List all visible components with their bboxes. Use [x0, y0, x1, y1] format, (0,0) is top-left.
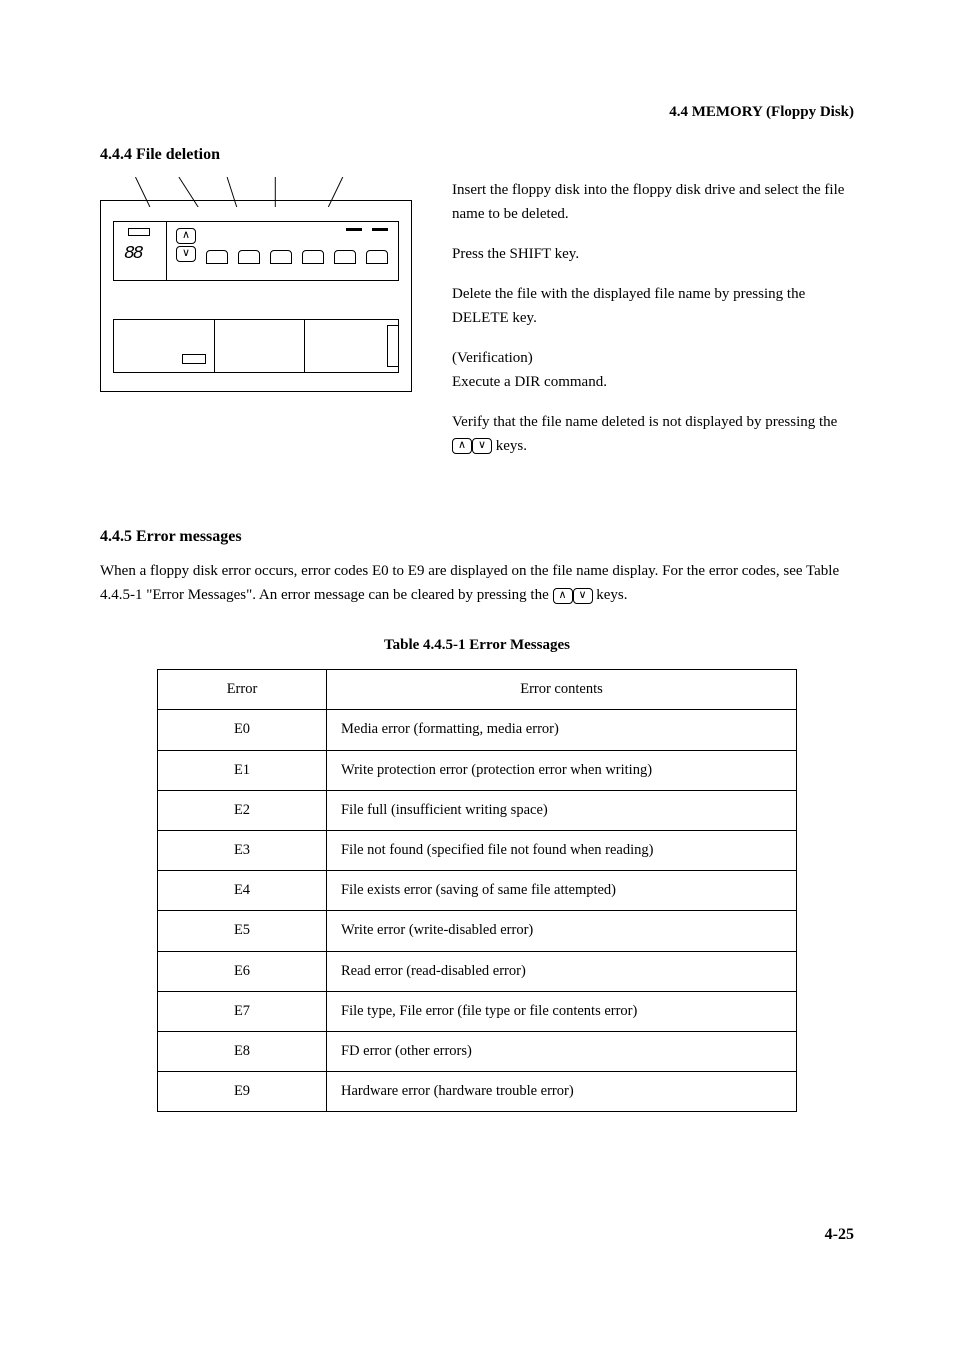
error-desc-cell: File type, File error (file type or file…: [327, 991, 797, 1031]
error-code-cell: E6: [158, 951, 327, 991]
divider-line: [214, 320, 215, 372]
instruction-paragraph: Press the SHIFT key.: [452, 242, 854, 266]
error-desc-cell: Read error (read-disabled error): [327, 951, 797, 991]
error-desc-cell: Write protection error (protection error…: [327, 750, 797, 790]
instrument-figure: 88 ∧ ∨: [100, 178, 412, 392]
upper-control-strip: 88 ∧ ∨: [113, 221, 399, 281]
instruction-paragraph: Execute a DIR command.: [452, 370, 854, 394]
panel-key-icon: [270, 250, 292, 264]
running-head: 4.4 MEMORY (Floppy Disk): [100, 100, 854, 124]
text-run: Verify that the file name deleted is not…: [452, 414, 837, 430]
table-caption: Table 4.4.5-1 Error Messages: [100, 633, 854, 657]
text-run: keys.: [496, 438, 527, 454]
error-desc-cell: Media error (formatting, media error): [327, 710, 797, 750]
section-444-instructions: Insert the floppy disk into the floppy d…: [452, 178, 854, 474]
indicator-dashes: [346, 228, 388, 236]
table-row: E4File exists error (saving of same file…: [158, 871, 797, 911]
page-number: 4-25: [100, 1222, 854, 1248]
error-desc-cell: File full (insufficient writing space): [327, 790, 797, 830]
down-arrow-key-icon: ∨: [472, 438, 492, 454]
table-row: E0Media error (formatting, media error): [158, 710, 797, 750]
instruction-paragraph: Insert the floppy disk into the floppy d…: [452, 178, 854, 226]
error-code-cell: E4: [158, 871, 327, 911]
panel-key-icon: [334, 250, 356, 264]
arrow-keys-group: ∧ ∨: [176, 228, 196, 262]
table-row: E7File type, File error (file type or fi…: [158, 991, 797, 1031]
table-row: E2File full (insufficient writing space): [158, 790, 797, 830]
section-445-heading: 4.4.5 Error messages: [100, 524, 854, 550]
error-code-cell: E8: [158, 1031, 327, 1071]
error-code-cell: E2: [158, 790, 327, 830]
inline-key-icons: ∧∨: [553, 587, 597, 603]
panel-key-icon: [238, 250, 260, 264]
seven-segment-display: 88: [124, 240, 142, 269]
down-arrow-key-icon: ∨: [176, 246, 196, 262]
table-row: E6Read error (read-disabled error): [158, 951, 797, 991]
error-code-cell: E9: [158, 1072, 327, 1112]
section-445-intro: When a floppy disk error occurs, error c…: [100, 559, 854, 607]
section-444-body: 88 ∧ ∨: [100, 178, 854, 474]
section-444-heading: 4.4.4 File deletion: [100, 142, 854, 168]
table-row: E8FD error (other errors): [158, 1031, 797, 1071]
divider-line: [304, 320, 305, 372]
table-row: E1Write protection error (protection err…: [158, 750, 797, 790]
table-header-contents: Error contents: [327, 670, 797, 710]
error-code-cell: E1: [158, 750, 327, 790]
inline-key-icons: ∧∨: [452, 438, 496, 454]
error-code-cell: E3: [158, 830, 327, 870]
error-desc-cell: Write error (write-disabled error): [327, 911, 797, 951]
panel-key-icon: [206, 250, 228, 264]
error-desc-cell: File not found (specified file not found…: [327, 830, 797, 870]
panel-key-icon: [302, 250, 324, 264]
table-row: E9Hardware error (hardware trouble error…: [158, 1072, 797, 1112]
verification-label: (Verification): [452, 346, 854, 370]
error-code-cell: E0: [158, 710, 327, 750]
lower-drive-slot: [113, 319, 399, 373]
instruction-paragraph: Verify that the file name deleted is not…: [452, 410, 854, 458]
error-messages-table: Error Error contents E0Media error (form…: [157, 669, 797, 1112]
instruction-paragraph: Delete the file with the displayed file …: [452, 282, 854, 330]
text-run: When a floppy disk error occurs, error c…: [100, 563, 839, 603]
error-code-cell: E7: [158, 991, 327, 1031]
table-row: E3File not found (specified file not fou…: [158, 830, 797, 870]
up-arrow-key-icon: ∧: [553, 588, 573, 604]
error-desc-cell: Hardware error (hardware trouble error): [327, 1072, 797, 1112]
error-desc-cell: FD error (other errors): [327, 1031, 797, 1071]
table-row: E5Write error (write-disabled error): [158, 911, 797, 951]
table-header-row: Error Error contents: [158, 670, 797, 710]
dash-icon: [372, 228, 388, 231]
divider-line: [166, 222, 167, 280]
figure-lead-lines: [121, 177, 391, 207]
up-arrow-key-icon: ∧: [452, 438, 472, 454]
instrument-panel-outline: 88 ∧ ∨: [100, 200, 412, 392]
small-indicator: [128, 228, 150, 236]
error-desc-cell: File exists error (saving of same file a…: [327, 871, 797, 911]
text-run: keys.: [596, 587, 627, 603]
dash-icon: [346, 228, 362, 231]
error-code-cell: E5: [158, 911, 327, 951]
up-arrow-key-icon: ∧: [176, 228, 196, 244]
down-arrow-key-icon: ∨: [573, 588, 593, 604]
table-header-error: Error: [158, 670, 327, 710]
panel-key-icon: [366, 250, 388, 264]
panel-key-row: [206, 250, 388, 264]
